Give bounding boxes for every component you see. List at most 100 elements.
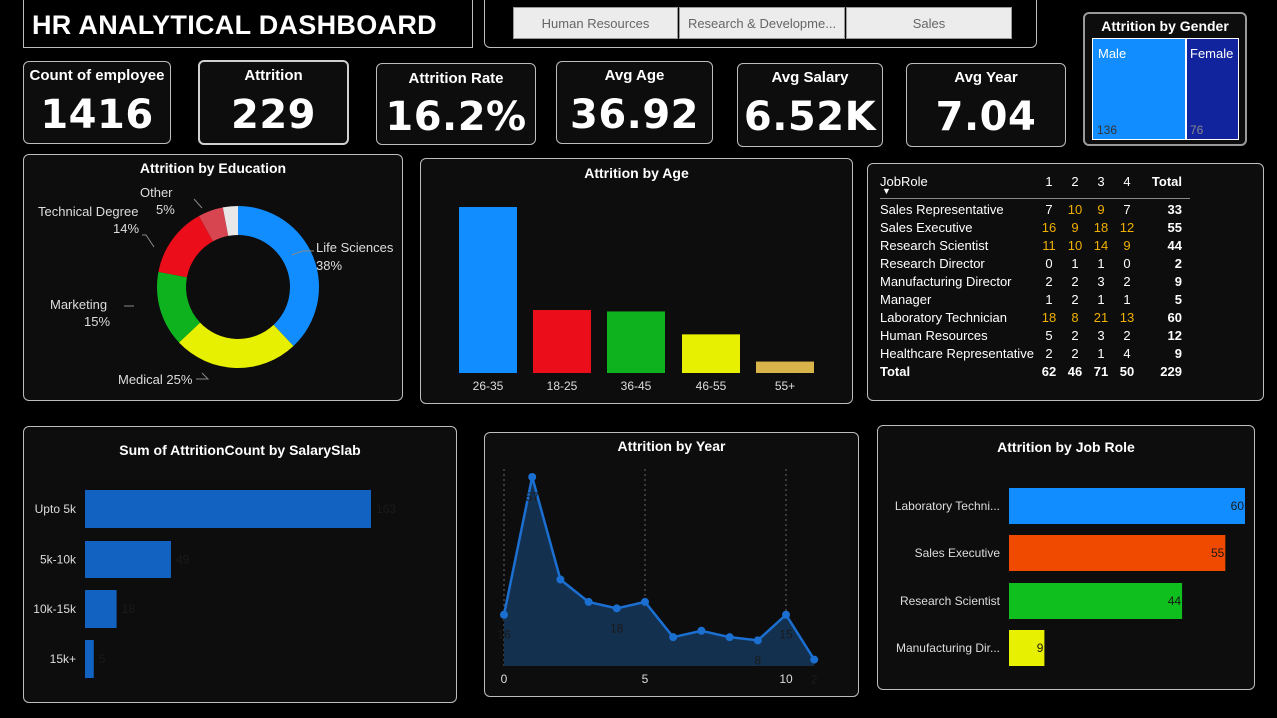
jobrole-bar[interactable]	[1009, 535, 1226, 571]
donut-slice[interactable]	[178, 322, 294, 368]
matrix-role-name: Research Scientist	[880, 238, 989, 253]
year-point[interactable]	[556, 575, 565, 584]
year-point[interactable]	[669, 633, 678, 642]
salary-value-label: 49	[176, 553, 190, 567]
year-point-label: 2	[811, 673, 818, 687]
matrix-role-name: Sales Representative	[880, 202, 1004, 217]
matrix-row[interactable]: Human Resources 5 2 3 2 12	[880, 328, 1200, 346]
matrix-cell: 16	[1041, 220, 1057, 235]
matrix-row[interactable]: Research Director 0 1 1 0 2	[880, 256, 1200, 274]
matrix-cell: 7	[1123, 202, 1131, 217]
matrix-role-name: Manufacturing Director	[880, 274, 1012, 289]
year-point[interactable]	[528, 473, 537, 481]
salary-category-label: 10k-15k	[33, 602, 77, 616]
matrix-cell: 5	[1045, 328, 1053, 343]
matrix-header-row: JobRole ▼ 1 2 3 4 Total	[880, 174, 1260, 196]
matrix-row[interactable]: Research Scientist 11 10 14 9 44	[880, 238, 1200, 256]
kpi-avg-age: Avg Age 36.92	[556, 61, 713, 144]
kpi-label: Count of employee	[29, 67, 165, 84]
year-point[interactable]	[810, 655, 819, 664]
age-card: Attrition by Age 26-35 18-25 36-45 46-55 55+	[420, 158, 853, 404]
age-category-label: 46-55	[696, 379, 727, 393]
slicer-human-resources[interactable]: Human Resources	[513, 7, 678, 39]
matrix-cell: 0	[1045, 256, 1053, 271]
year-point[interactable]	[500, 610, 508, 619]
education-donut-chart: Life Sciences 38% Medical 25% Marketing …	[38, 185, 394, 387]
matrix-row[interactable]: Manufacturing Director 2 2 3 2 9	[880, 274, 1200, 292]
matrix-total-row[interactable]: Total 62 46 71 50 229	[880, 364, 1200, 382]
edu-label-medical: Medical 25%	[118, 372, 193, 387]
matrix-cell: 9	[1071, 220, 1079, 235]
age-bar[interactable]	[533, 310, 591, 373]
kpi-label: Avg Age	[604, 67, 665, 84]
age-category-label: 36-45	[621, 379, 652, 393]
salary-bar[interactable]	[85, 541, 171, 578]
age-bar[interactable]	[756, 361, 814, 373]
age-bar[interactable]	[459, 207, 517, 373]
jobrole-bar[interactable]	[1009, 583, 1183, 619]
gender-male-block[interactable]: Male 136	[1092, 38, 1186, 140]
matrix-cell: 0	[1123, 256, 1131, 271]
matrix-row[interactable]: Healthcare Representative 2 2 1 4 9	[880, 346, 1200, 364]
kpi-value: 6.52K	[743, 94, 877, 140]
matrix-row-total: 9	[1174, 346, 1182, 361]
dashboard-title-box: HR ANALYTICAL DASHBOARD	[23, 0, 473, 48]
year-card: Attrition by Year 16 57 18 8 15 2 0 5 10	[484, 432, 859, 697]
matrix-cell: 2	[1123, 274, 1131, 289]
edu-pct-life-sciences: 38%	[316, 258, 342, 273]
gender-title: Attrition by Gender	[1101, 18, 1229, 34]
matrix-row-total: 9	[1174, 274, 1182, 289]
matrix-row[interactable]: Laboratory Technician 18 8 21 13 60	[880, 310, 1200, 328]
jobrole-value-label: 44	[1168, 594, 1182, 608]
matrix-cell: 8	[1071, 310, 1079, 325]
salary-bar[interactable]	[85, 490, 371, 528]
matrix-row-total: 229	[1160, 364, 1182, 379]
matrix-cell: 9	[1097, 202, 1105, 217]
matrix-cell: 2	[1071, 328, 1079, 343]
matrix-cell: 12	[1119, 220, 1135, 235]
matrix-cell: 1	[1123, 292, 1131, 307]
salary-bar[interactable]	[85, 640, 94, 678]
age-bar[interactable]	[607, 311, 665, 373]
kpi-value: 36.92	[569, 92, 700, 138]
jobrole-bar[interactable]	[1009, 488, 1245, 524]
year-point[interactable]	[612, 604, 621, 613]
gender-female-block[interactable]: Female 76	[1186, 38, 1239, 140]
matrix-cell: 2	[1045, 274, 1053, 289]
kpi-value: 1416	[40, 92, 154, 138]
age-category-label: 55+	[775, 379, 795, 393]
year-point[interactable]	[753, 636, 762, 645]
matrix-role-name: Laboratory Technician	[880, 310, 1007, 325]
jobrole-value-label: 60	[1231, 499, 1245, 513]
year-point[interactable]	[725, 633, 734, 642]
matrix-cell: 2	[1071, 292, 1079, 307]
salary-category-label: 15k+	[50, 652, 76, 666]
matrix-cell: 46	[1067, 364, 1083, 379]
donut-slice[interactable]	[238, 206, 319, 347]
matrix-cell: 18	[1093, 220, 1109, 235]
year-point[interactable]	[782, 610, 790, 619]
matrix-cell: 1	[1097, 292, 1105, 307]
salary-bar[interactable]	[85, 590, 117, 628]
year-tick-label: 5	[642, 672, 649, 686]
slicer-research-development[interactable]: Research & Developme...	[679, 7, 845, 39]
slicer-sales[interactable]: Sales	[846, 7, 1012, 39]
matrix-row[interactable]: Manager 1 2 1 1 5	[880, 292, 1200, 310]
matrix-header-col-3: 3	[1097, 174, 1105, 189]
gender-male-value: 136	[1097, 123, 1118, 137]
edu-pct-marketing: 15%	[84, 314, 110, 329]
matrix-row[interactable]: Sales Representative 7 10 9 7 33	[880, 202, 1200, 220]
matrix-row[interactable]: Sales Executive 16 9 18 12 55	[880, 220, 1200, 238]
kpi-value: 229	[231, 92, 316, 138]
year-point[interactable]	[584, 597, 593, 606]
dashboard-title: HR ANALYTICAL DASHBOARD	[32, 10, 437, 40]
matrix-cell: 2	[1045, 346, 1053, 361]
year-point[interactable]	[697, 626, 706, 635]
matrix-cell: 50	[1119, 364, 1135, 379]
matrix-row-total: 2	[1174, 256, 1182, 271]
kpi-label: Attrition Rate	[408, 70, 504, 87]
year-area-chart: 16 57 18 8 15 2 0 5 10	[497, 469, 819, 687]
sort-desc-icon[interactable]: ▼	[882, 186, 891, 196]
year-point[interactable]	[641, 597, 649, 606]
age-bar[interactable]	[682, 334, 740, 373]
